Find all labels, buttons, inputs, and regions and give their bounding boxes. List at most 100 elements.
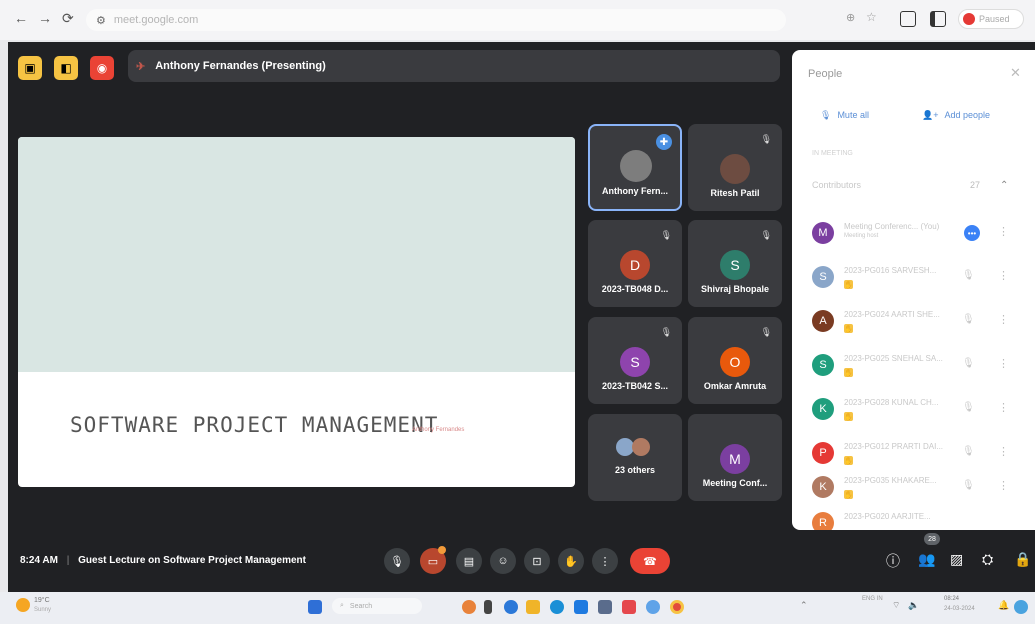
leave-call-button[interactable]: ☎	[630, 548, 670, 574]
volume-icon[interactable]: 🔈	[908, 600, 919, 611]
more-options-icon[interactable]: ⋮	[998, 313, 1009, 326]
bookmark-star-icon[interactable]: ☆	[866, 10, 877, 24]
participant-tile[interactable]: M Meeting Conf...	[688, 414, 782, 501]
participant-list-item[interactable]: S 2023-PG016 SARVESH... ✋ 🎙 ⋮	[792, 260, 1035, 300]
raise-hand-button[interactable]: ✋	[558, 548, 584, 574]
file-explorer-icon[interactable]	[526, 600, 540, 614]
others-tile[interactable]: 23 others	[588, 414, 682, 501]
participant-tile[interactable]: 🎙 D 2023-TB048 D...	[588, 220, 682, 307]
mic-off-icon: 🎙	[760, 327, 772, 337]
participant-list-item[interactable]: K 2023-PG028 KUNAL CH... ✋ 🎙 ⋮	[792, 392, 1035, 432]
participant-name: Shivraj Bhopale	[700, 284, 770, 294]
participant-name: 2023-PG024 AARTI SHE...	[844, 310, 940, 319]
weather-temp: 19°C	[34, 597, 50, 604]
captions-button[interactable]: ▤	[456, 548, 482, 574]
people-icon[interactable]: 👥	[918, 551, 935, 568]
copilot-icon[interactable]	[462, 600, 476, 614]
back-icon[interactable]: ←	[14, 10, 28, 26]
contributors-count: 27	[970, 180, 981, 190]
participant-name: 2023-PG025 SNEHAL SA...	[844, 354, 943, 363]
more-options-icon[interactable]: ⋮	[998, 401, 1009, 414]
microphone-button[interactable]: 🎙	[384, 548, 410, 574]
sidebar-icon[interactable]	[930, 11, 946, 27]
presenter-label: Anthony Fernandes (Presenting)	[155, 60, 326, 72]
more-options-icon[interactable]: ⋮	[998, 269, 1009, 282]
participant-tile[interactable]: 🎙 O Omkar Amruta	[688, 317, 782, 404]
clock-date[interactable]: 24-03-2024	[944, 606, 975, 612]
close-icon[interactable]: ✕	[1010, 65, 1021, 81]
zoom-icon[interactable]: ⊕	[846, 11, 855, 24]
store-icon[interactable]	[574, 600, 588, 614]
mic-off-icon: 🎙	[962, 270, 975, 281]
reload-icon[interactable]: ⟳	[62, 10, 74, 27]
tray-chevron-icon[interactable]: ⌃	[800, 600, 808, 611]
people-title: People	[808, 68, 843, 80]
participant-list-item[interactable]: M Meeting Conferenc... (You) Meeting hos…	[792, 216, 1035, 256]
meeting-details: 8:24 AM | Guest Lecture on Software Proj…	[20, 555, 306, 566]
task-view-icon[interactable]	[484, 600, 492, 614]
add-people-button[interactable]: 👤+ Add people	[922, 110, 990, 121]
mic-off-icon: 🎙	[820, 110, 832, 120]
participant-list-item[interactable]: A 2023-PG024 AARTI SHE... ✋ 🎙 ⋮	[792, 304, 1035, 344]
host-controls-icon[interactable]: 🔒	[1014, 551, 1031, 568]
participant-name: 2023-PG012 PRARTI DAI...	[844, 442, 944, 451]
layout-icon: ◧	[60, 61, 72, 75]
network-icon[interactable]: ⌔	[892, 600, 900, 611]
more-options-button[interactable]: ⋮	[592, 548, 618, 574]
participant-tile[interactable]: 🎙 S 2023-TB042 S...	[588, 317, 682, 404]
others-label: 23 others	[614, 465, 656, 475]
recording-button[interactable]: ◉	[90, 56, 114, 80]
app-icon[interactable]	[598, 600, 612, 614]
app-icon-3[interactable]	[646, 600, 660, 614]
extensions-icon[interactable]	[900, 11, 916, 27]
more-vert-icon: ⋮	[599, 555, 611, 568]
windows-start-icon[interactable]	[308, 600, 322, 614]
participant-list-item[interactable]: R 2023-PG020 AARJITE...	[792, 506, 1035, 530]
weather-icon[interactable]	[16, 598, 30, 612]
participant-name: 2023-PG028 KUNAL CH...	[844, 398, 939, 407]
browser-icon[interactable]	[550, 600, 564, 614]
edge-icon[interactable]	[504, 600, 518, 614]
window-icon: ▣	[24, 61, 36, 75]
meet-toolbar-button-2[interactable]: ◧	[54, 56, 78, 80]
mic-off-icon: 🎙	[660, 230, 672, 240]
mute-all-button[interactable]: 🎙 Mute all	[820, 110, 869, 121]
language-indicator[interactable]: ENG IN	[862, 596, 883, 602]
clock-time[interactable]: 08:24	[944, 596, 959, 602]
info-icon[interactable]: ⓘ	[886, 551, 900, 571]
reactions-button[interactable]: ☺	[490, 548, 516, 574]
address-bar[interactable]: ⚙ meet.google.com	[86, 9, 786, 31]
widgets-icon[interactable]	[1014, 600, 1028, 614]
profile-avatar	[963, 13, 975, 25]
participant-avatar: S	[720, 250, 750, 280]
profile-chip[interactable]: Paused	[958, 9, 1024, 29]
participant-tile[interactable]: 🎙 S Shivraj Bhopale	[688, 220, 782, 307]
chat-icon[interactable]: ▨	[950, 551, 963, 568]
participant-list-item[interactable]: S 2023-PG025 SNEHAL SA... ✋ 🎙 ⋮	[792, 348, 1035, 388]
more-options-icon[interactable]: ⋮	[998, 225, 1009, 238]
participant-tile[interactable]: 🎙 Ritesh Patil	[688, 124, 782, 211]
participant-name: 2023-PG016 SARVESH...	[844, 266, 937, 275]
chevron-up-icon[interactable]: ⌃	[1000, 180, 1008, 191]
participant-list-item[interactable]: K 2023-PG035 KHAKARE... ✋ 🎙 ⋮	[792, 470, 1035, 510]
taskbar-search[interactable]: ⌕ Search	[332, 598, 422, 614]
app-icon-2[interactable]	[622, 600, 636, 614]
more-options-icon[interactable]: ⋮	[998, 357, 1009, 370]
participant-name: Omkar Amruta	[703, 381, 767, 391]
chrome-icon[interactable]	[670, 600, 684, 614]
more-options-icon[interactable]: ⋮	[998, 479, 1009, 492]
notification-bell-icon[interactable]: 🔔	[998, 600, 1009, 611]
site-info-icon[interactable]: ⚙	[96, 14, 106, 27]
pin-icon[interactable]: ✚	[656, 134, 672, 150]
present-button[interactable]: ⊡	[524, 548, 550, 574]
in-meeting-heading: IN MEETING	[812, 150, 853, 157]
more-options-icon[interactable]: ⋮	[998, 445, 1009, 458]
separator: |	[66, 555, 70, 566]
meet-toolbar-button-1[interactable]: ▣	[18, 56, 42, 80]
activities-icon[interactable]: ⛭	[982, 551, 993, 568]
forward-icon[interactable]: →	[38, 10, 52, 26]
contributors-header[interactable]: Contributors 27 ⌃	[802, 172, 1025, 198]
participant-photo	[620, 150, 652, 182]
participant-avatar: S	[812, 354, 834, 376]
participant-tile[interactable]: ✚ Anthony Fern...	[588, 124, 682, 211]
